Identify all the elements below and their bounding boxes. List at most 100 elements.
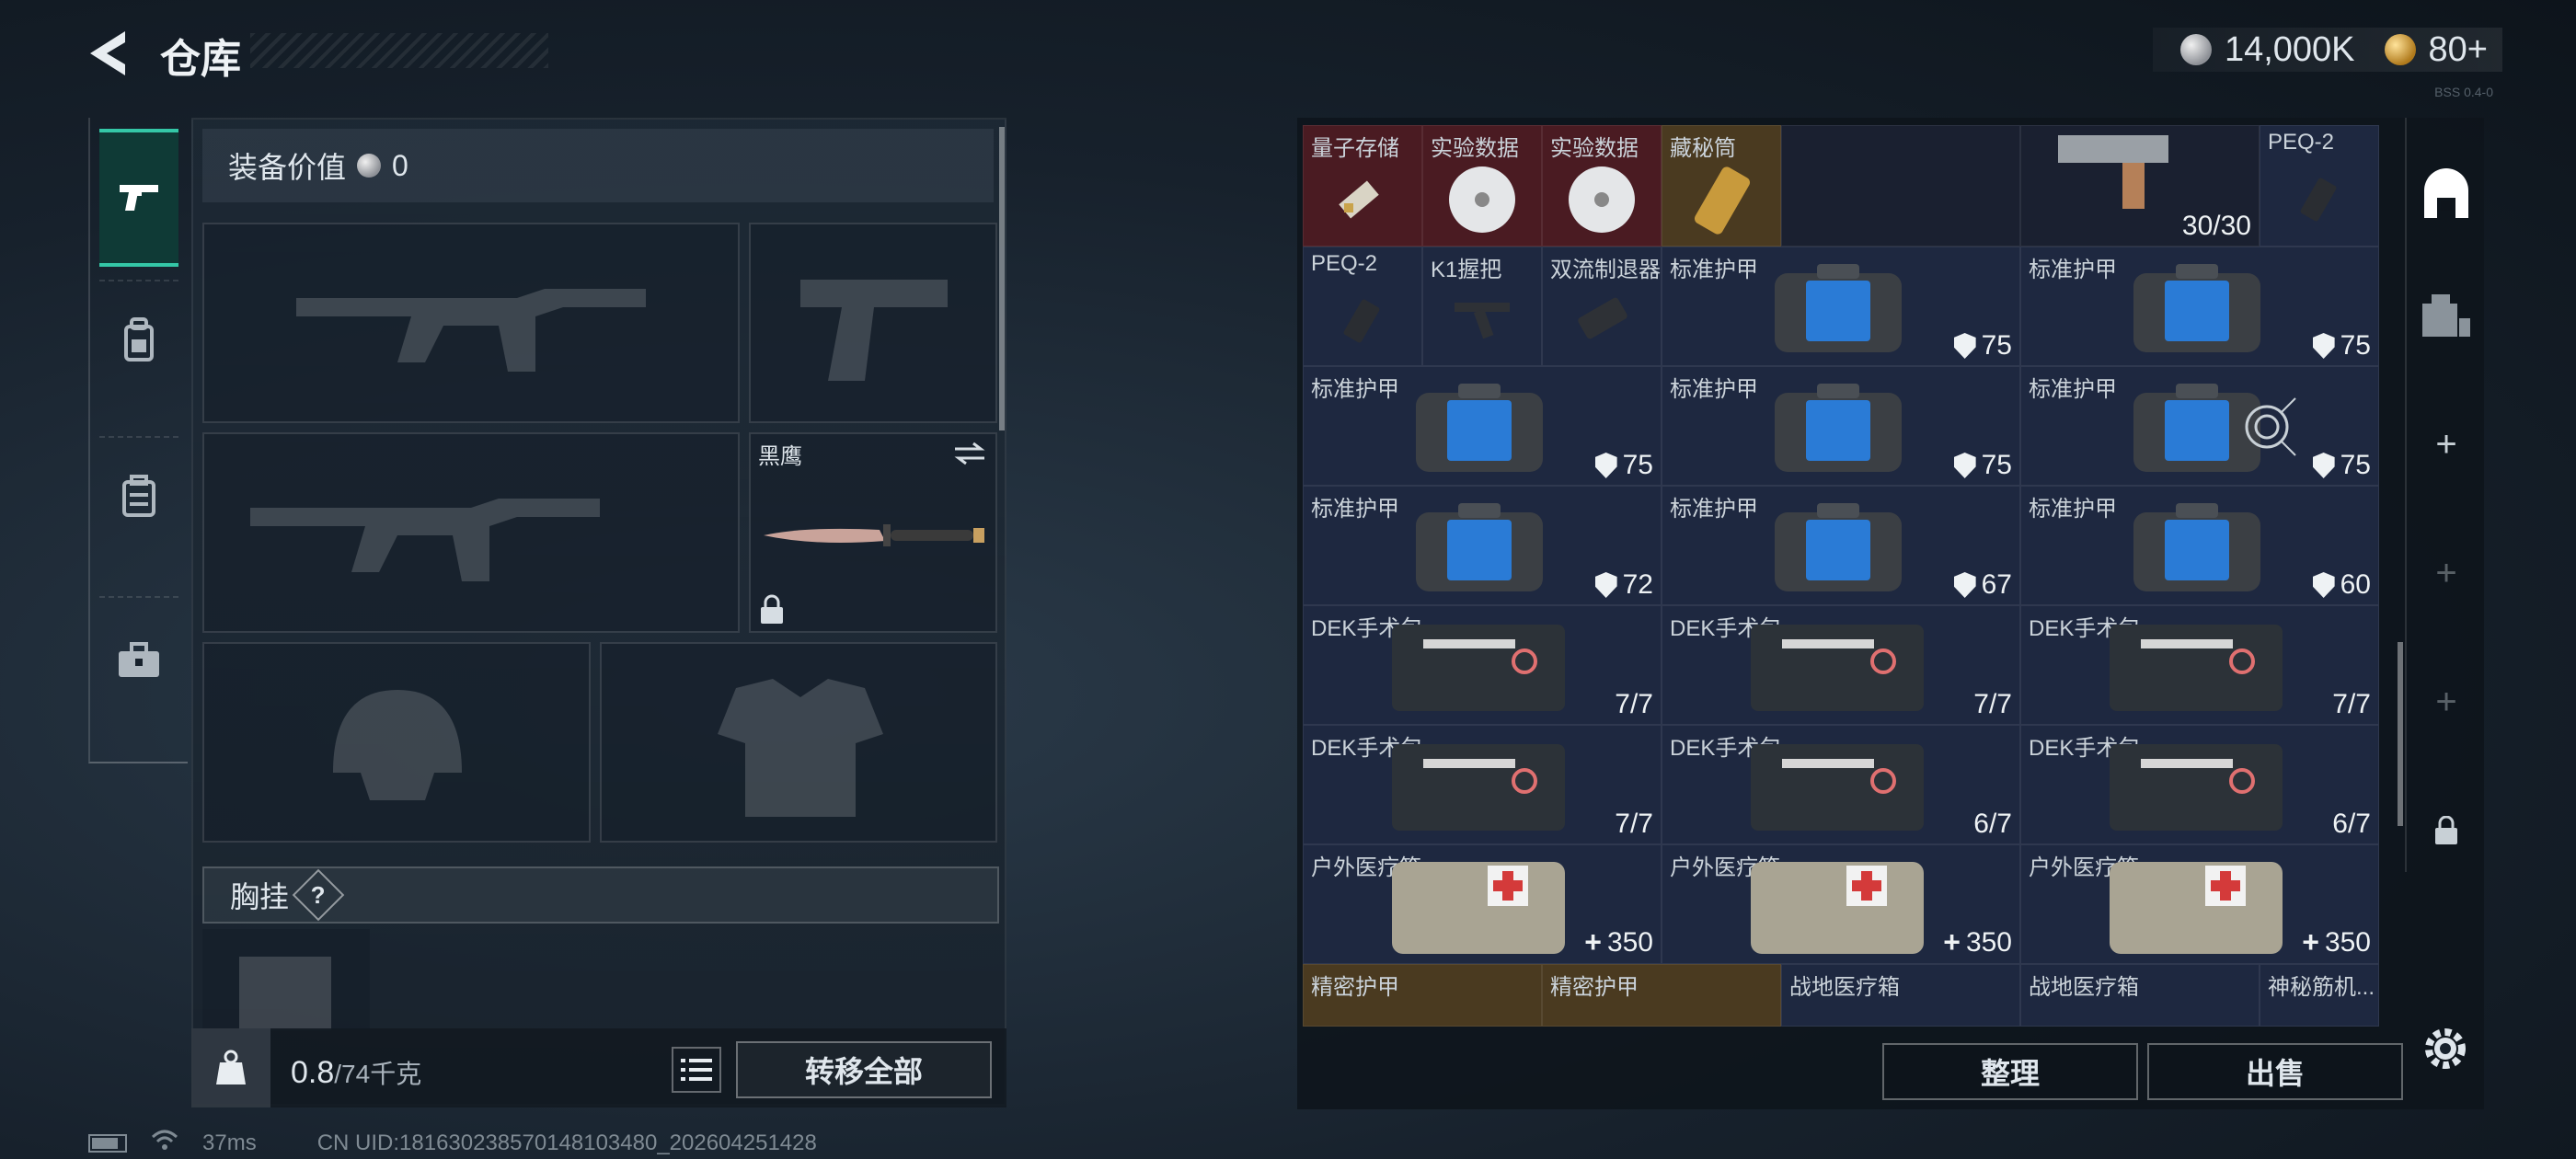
stash-item-empty[interactable] — [1781, 125, 2020, 247]
heal-plus-icon: + — [2302, 925, 2319, 958]
melee-slot[interactable]: 黑鹰 — [749, 432, 997, 633]
armor-slot[interactable] — [600, 642, 997, 843]
surgery-kit-icon — [1392, 744, 1565, 831]
helmet-slot[interactable] — [202, 642, 591, 843]
stash-item[interactable]: 战地医疗箱 — [1781, 964, 2020, 1027]
stash-item[interactable]: 实验数据 — [1422, 125, 1542, 247]
primary-weapon-slot[interactable] — [202, 223, 740, 423]
tab-case[interactable] — [99, 614, 178, 706]
cryptex-icon — [1694, 166, 1751, 235]
stash-item[interactable]: DEK手术包 7/7 — [1662, 605, 2020, 725]
stash-item[interactable]: 精密护甲 — [1303, 964, 1542, 1027]
help-icon[interactable]: ? — [292, 868, 345, 922]
transfer-all-button[interactable]: 转移全部 — [736, 1041, 992, 1098]
sort-button[interactable]: 整理 — [1882, 1043, 2138, 1100]
stash-item[interactable]: 战地医疗箱 — [2020, 964, 2260, 1027]
add-tab-button[interactable]: + — [2407, 394, 2486, 495]
stash-item[interactable]: DEK手术包 7/7 — [2020, 605, 2379, 725]
left-footer-bar: 0.8/74千克 转移全部 — [191, 1028, 1006, 1107]
chest-rig-slot[interactable] — [202, 929, 370, 1030]
tab-vest[interactable] — [99, 451, 178, 543]
silver-amount: 14,000K — [2224, 29, 2355, 69]
stash-item[interactable]: 量子存储 — [1303, 125, 1422, 247]
secondary-weapon-slot[interactable] — [749, 223, 997, 423]
version-label: BSS 0.4-0 — [2434, 85, 2493, 99]
settings-button[interactable] — [2418, 1021, 2473, 1076]
user-uid: CN UID:181630238570148103480_20260425142… — [316, 1130, 817, 1155]
stash-scrollbar[interactable] — [2398, 642, 2403, 826]
crates-icon — [2422, 294, 2470, 337]
stash-panel: 量子存储 实验数据 实验数据 藏秘筒 30/30 PEQ-2 PEQ-2 K1握… — [1297, 118, 2484, 1109]
stash-item[interactable]: K1握把 — [1422, 247, 1542, 366]
add-tab-button-disabled[interactable]: + — [2407, 651, 2486, 752]
add-tab-button-disabled[interactable]: + — [2407, 522, 2486, 624]
armor-vest-icon — [1416, 503, 1543, 591]
stash-item[interactable]: 标准护甲 72 — [1303, 486, 1662, 605]
gold-coin-icon — [2384, 34, 2416, 65]
stash-item[interactable]: DEK手术包 6/7 — [1662, 725, 2020, 844]
primary-weapon-slot-2[interactable] — [202, 432, 740, 633]
swap-icon[interactable] — [951, 440, 988, 467]
stash-item[interactable]: 标准护甲 75 — [2020, 366, 2379, 486]
silver-coin-icon — [2179, 34, 2212, 65]
stash-item[interactable]: PEQ-2 — [1303, 247, 1422, 366]
list-icon — [681, 1059, 712, 1081]
stash-item[interactable]: 户外医疗箱 +350 — [1303, 844, 1662, 964]
heal-plus-icon: + — [1943, 925, 1961, 958]
rifle-part-icon — [2058, 135, 2168, 209]
list-view-button[interactable] — [672, 1047, 721, 1093]
tab-stash-2[interactable] — [2407, 265, 2486, 366]
armor-shield-icon — [1594, 453, 1617, 478]
stash-item[interactable]: 户外医疗箱 +350 — [1662, 844, 2020, 964]
left-scrollbar[interactable] — [999, 127, 1005, 430]
armor-shield-icon — [2312, 453, 2335, 478]
stash-item[interactable]: 实验数据 — [1542, 125, 1662, 247]
weight-value: 0.8 — [291, 1055, 335, 1090]
surgery-kit-icon — [1392, 625, 1565, 711]
melee-name: 黑鹰 — [758, 444, 802, 469]
stash-item[interactable]: 标准护甲 75 — [1662, 247, 2020, 366]
stash-item[interactable]: PEQ-2 — [2260, 125, 2379, 247]
back-arrow-icon — [90, 31, 125, 75]
stash-item[interactable]: 标准护甲 75 — [1662, 366, 2020, 486]
tab-weapons[interactable] — [99, 129, 178, 267]
stash-item[interactable]: 30/30 — [2020, 125, 2260, 247]
tab-stash-main[interactable] — [2407, 143, 2486, 245]
disc-icon — [1449, 166, 1515, 233]
stash-item[interactable]: 神秘筋机... — [2260, 964, 2379, 1027]
stash-item[interactable]: 标准护甲 75 — [2020, 247, 2379, 366]
briefcase-icon — [119, 642, 159, 677]
sidebar-divider — [99, 596, 178, 598]
armor-vest-icon — [1775, 264, 1902, 352]
armor-vest-icon — [1775, 503, 1902, 591]
armor-vest-icon — [1775, 384, 1902, 472]
stash-item[interactable]: 标准护甲 67 — [1662, 486, 2020, 605]
weight-icon — [216, 1050, 246, 1084]
stash-item[interactable]: DEK手术包 6/7 — [2020, 725, 2379, 844]
gold-amount: 80+ — [2428, 29, 2488, 69]
back-button[interactable] — [85, 26, 140, 81]
medical-box-icon — [1392, 862, 1565, 954]
tab-backpack[interactable] — [99, 294, 178, 386]
muzzle-brake-icon — [1578, 297, 1627, 339]
stash-item[interactable]: 双流制退器 — [1542, 247, 1662, 366]
medical-box-icon — [1751, 862, 1924, 954]
stash-item[interactable]: 标准护甲 60 — [2020, 486, 2379, 605]
stash-item[interactable]: 精密护甲 — [1542, 964, 1781, 1027]
armor-silhouette-icon — [718, 679, 883, 817]
locked-tab[interactable] — [2407, 780, 2486, 881]
sell-button[interactable]: 出售 — [2147, 1043, 2403, 1100]
stash-item[interactable]: DEK手术包 7/7 — [1303, 725, 1662, 844]
stash-item[interactable]: 户外医疗箱 +350 — [2020, 844, 2379, 964]
grip-icon — [1455, 303, 1510, 339]
backpack-icon — [124, 317, 154, 361]
lock-icon — [2435, 816, 2457, 844]
vest-icon — [122, 475, 155, 517]
stash-item[interactable]: 藏秘筒 — [1662, 125, 1781, 247]
weight-button[interactable] — [191, 1028, 270, 1107]
armor-shield-icon — [1594, 572, 1617, 598]
armor-shield-icon — [1953, 572, 1976, 598]
stash-item[interactable]: DEK手术包 7/7 — [1303, 605, 1662, 725]
armor-vest-icon — [1416, 384, 1543, 472]
stash-item[interactable]: 标准护甲 75 — [1303, 366, 1662, 486]
